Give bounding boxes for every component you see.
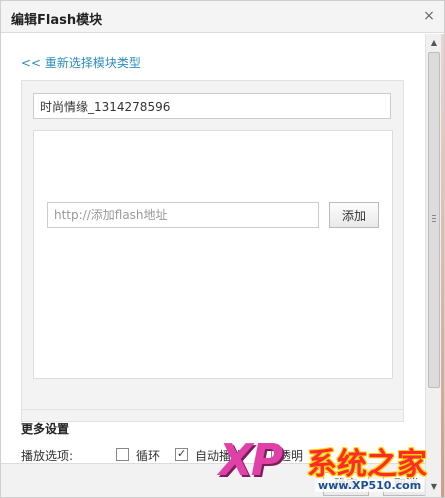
scroll-thumb[interactable]	[428, 52, 440, 388]
watermark-brand-text: 系统之家	[307, 447, 427, 482]
watermark-xp-logo: XP	[219, 435, 283, 486]
background-strip	[441, 34, 444, 497]
watermark-url: www.XP510.com	[315, 479, 425, 492]
vertical-scrollbar[interactable]: ▲ ▼	[425, 34, 442, 497]
flash-preview-area: 添加	[33, 130, 393, 379]
flash-url-input[interactable]	[47, 202, 319, 228]
flash-module-panel: 添加	[21, 80, 404, 422]
module-name-input[interactable]	[33, 93, 391, 119]
site-watermark: XP 系统之家 www.XP510.com	[219, 435, 444, 497]
add-flash-button[interactable]: 添加	[329, 202, 379, 228]
play-options-label: 播放选项:	[21, 449, 74, 463]
scroll-up-icon[interactable]: ▲	[426, 36, 442, 50]
more-settings-title: 更多设置	[21, 422, 70, 436]
dialog-title: 编辑Flash模块	[11, 13, 103, 28]
reselect-module-type-link[interactable]: << 重新选择模块类型	[21, 54, 141, 71]
loop-checkbox[interactable]	[116, 448, 129, 461]
loop-label: 循环	[136, 449, 161, 463]
grip-line	[432, 218, 436, 219]
dialog-content: << 重新选择模块类型 添加 更多设置 播放选项: 循环 自动播放 透明	[1, 34, 423, 497]
grip-line	[432, 215, 436, 216]
edit-flash-dialog: 编辑Flash模块 × << 重新选择模块类型 添加 更多设置 播放选项: 循环…	[0, 0, 445, 498]
grip-line	[432, 221, 436, 222]
dialog-title-bar[interactable]: 编辑Flash模块 ×	[1, 1, 444, 33]
section-divider	[21, 409, 404, 410]
autoplay-checkbox[interactable]	[175, 447, 188, 461]
close-icon[interactable]: ×	[422, 8, 436, 24]
